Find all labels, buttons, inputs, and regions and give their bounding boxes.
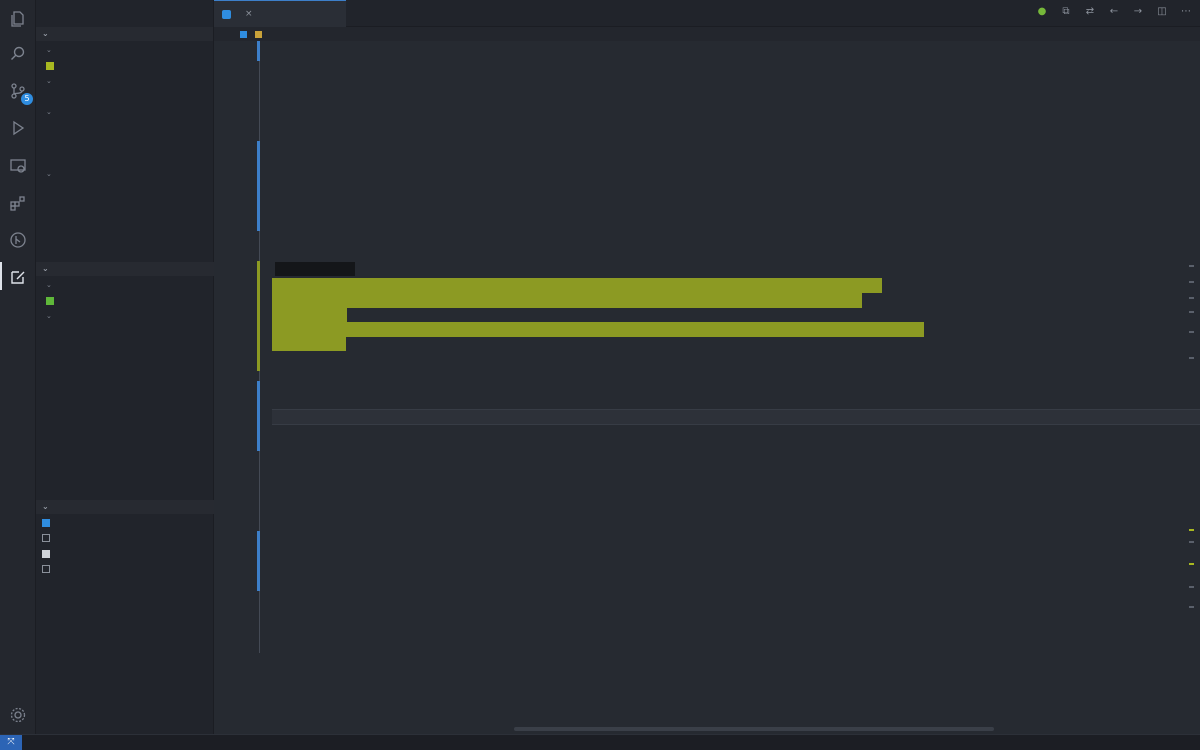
tree-item[interactable] <box>36 183 213 199</box>
scrollbar-marker <box>1189 331 1194 333</box>
diff-gutter-indicator[interactable] <box>257 261 260 371</box>
sidebar-section-1-header[interactable]: ⌄ <box>36 27 213 41</box>
scrollbar-marker <box>1189 281 1194 283</box>
breadcrumb <box>214 27 1200 41</box>
remote-indicator-icon[interactable]: ⤧ <box>0 735 22 750</box>
chevron-down-icon: ⌄ <box>42 264 49 273</box>
open-changes-icon[interactable]: ⧉ <box>1060 6 1072 18</box>
scrollbar-marker <box>1189 563 1194 565</box>
settings-gear-icon[interactable] <box>7 704 29 726</box>
editor-tab-bar: × ● ⧉ ⇄ ← → ◫ ⋯ <box>214 0 1200 27</box>
help-item[interactable] <box>36 546 214 562</box>
line-number-gutter <box>214 41 256 734</box>
typescript-file-icon <box>222 9 231 19</box>
run-debug-icon[interactable] <box>7 117 29 139</box>
editor-toolbar: ● ⧉ ⇄ ← → ◫ ⋯ <box>1036 6 1192 18</box>
section-3-list <box>36 515 214 577</box>
tree-item[interactable] <box>36 59 213 75</box>
scrollbar-marker <box>1189 357 1194 359</box>
editor-tab[interactable]: × <box>214 0 346 27</box>
status-square-icon <box>46 297 54 306</box>
scrollbar-marker <box>1189 606 1194 608</box>
help-item[interactable] <box>36 515 214 531</box>
more-actions-icon[interactable]: ⋯ <box>1180 6 1192 18</box>
tree-item[interactable] <box>36 152 213 168</box>
files-icon[interactable] <box>7 8 29 30</box>
notes-icon[interactable] <box>7 266 29 288</box>
sidebar-section-2-header[interactable]: ⌄ <box>36 262 214 276</box>
tree-item[interactable]: ⌄ <box>36 105 213 121</box>
sidebar-section-3-header[interactable]: ⌄ <box>36 500 214 514</box>
scrollbar-marker <box>1189 586 1194 588</box>
tree-item[interactable]: ⌄ <box>36 309 214 325</box>
method-icon <box>255 30 262 38</box>
tree-item[interactable] <box>36 294 214 310</box>
help-item[interactable] <box>36 562 214 578</box>
go-back-icon[interactable]: ← <box>1108 6 1120 18</box>
activity-bar: 5 <box>0 0 36 734</box>
typescript-file-icon <box>240 30 247 38</box>
compare-icon[interactable]: ⇄ <box>1084 6 1096 18</box>
selection-highlight <box>272 293 862 308</box>
active-indicator <box>0 262 2 290</box>
feedback-icon <box>42 518 50 527</box>
scrollbar-marker <box>1189 265 1194 267</box>
status-bar: ⤧ <box>0 734 1200 750</box>
search-icon[interactable] <box>7 43 29 65</box>
extensions-icon[interactable] <box>7 192 29 214</box>
selection-highlight <box>272 278 882 293</box>
status-square-icon <box>46 62 54 71</box>
git-status-icon[interactable]: ● <box>1036 6 1048 18</box>
diff-gutter-indicator[interactable] <box>257 141 260 231</box>
scm-badge: 5 <box>21 93 33 105</box>
go-forward-icon[interactable]: → <box>1132 6 1144 18</box>
tree-item[interactable] <box>36 325 214 341</box>
tree-item[interactable]: ⌄ <box>36 43 213 59</box>
chevron-down-icon: ⌄ <box>42 502 49 511</box>
sidebar-title <box>36 0 213 27</box>
hover-tooltip <box>275 262 355 276</box>
tree-item[interactable] <box>36 136 213 152</box>
section-2-tree: ⌄ ⌄ <box>36 278 214 340</box>
horizontal-scrollbar[interactable] <box>514 727 994 731</box>
tree-item[interactable]: ⌄ <box>36 167 213 183</box>
info-icon <box>42 565 50 574</box>
selection-highlight <box>272 337 346 351</box>
source-control-icon[interactable]: 5 <box>7 80 33 105</box>
tree-item[interactable]: ⌄ <box>36 74 213 90</box>
current-line-highlight <box>272 409 1200 425</box>
code-editor[interactable] <box>214 41 1200 734</box>
tree-item[interactable] <box>36 90 213 106</box>
scrollbar-marker <box>1189 311 1194 313</box>
report-icon <box>42 534 50 543</box>
split-editor-icon[interactable]: ◫ <box>1156 6 1168 18</box>
git-graph-icon[interactable] <box>7 229 29 251</box>
scrollbar-marker <box>1189 297 1194 299</box>
selection-highlight <box>272 322 924 337</box>
help-item[interactable] <box>36 531 214 547</box>
close-icon[interactable]: × <box>245 9 253 19</box>
settings-doc-icon <box>42 549 50 558</box>
chevron-down-icon: ⌄ <box>42 29 49 38</box>
sidebar: ⌄ ⌄ ⌄ ⌄ ⌄ ⌄ ⌄ ⌄ ⌄ <box>36 0 214 734</box>
selection-highlight <box>272 308 347 322</box>
diff-gutter-indicator[interactable] <box>257 381 260 451</box>
diff-gutter-indicator[interactable] <box>257 531 260 591</box>
tree-item[interactable] <box>36 121 213 137</box>
scrollbar-marker <box>1189 541 1194 543</box>
scrollbar-marker <box>1189 529 1194 531</box>
diff-gutter-indicator[interactable] <box>257 41 260 61</box>
remote-explorer-icon[interactable] <box>7 155 29 177</box>
section-1-tree: ⌄ ⌄ ⌄ ⌄ <box>36 41 213 198</box>
tree-item[interactable]: ⌄ <box>36 278 214 294</box>
